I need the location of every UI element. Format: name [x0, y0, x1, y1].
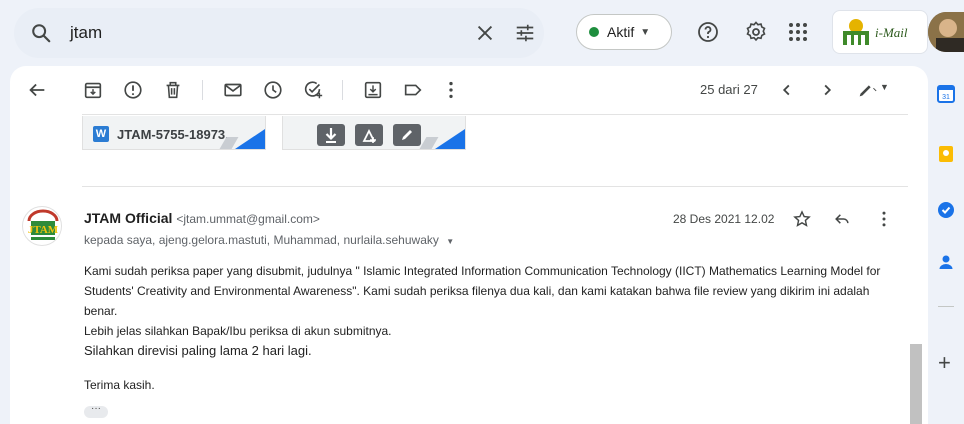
account-photo	[928, 12, 964, 52]
word-document-icon: W	[93, 126, 109, 142]
status-chip[interactable]: Aktif ▼	[576, 14, 672, 50]
scrollbar-thumb[interactable]	[910, 344, 922, 424]
mail-unread-icon[interactable]	[222, 79, 244, 101]
body-paragraph: Silahkan direvisi paling lama 2 hari lag…	[84, 343, 312, 358]
message-toolbar: 25 dari 27 ▼	[10, 66, 928, 114]
attachment-card[interactable]	[282, 116, 466, 150]
back-arrow-icon[interactable]	[26, 79, 48, 101]
side-panel: 31 +	[928, 66, 964, 424]
sender-line: JTAM Official <jtam.ummat@gmail.com>	[84, 210, 320, 226]
download-button[interactable]	[317, 124, 345, 146]
recipients-line[interactable]: kepada saya, ajeng.gelora.mastuti, Muham…	[84, 233, 454, 247]
drive-icon	[362, 128, 376, 143]
svg-text:JTAM: JTAM	[28, 224, 59, 236]
chevron-down-icon[interactable]: ▼	[880, 82, 889, 92]
message-body: Kami sudah periksa paper yang disubmit, …	[84, 261, 894, 361]
chevron-left-icon[interactable]	[776, 79, 798, 101]
save-to-drive-button[interactable]	[355, 124, 383, 146]
more-vertical-icon[interactable]	[874, 209, 894, 229]
trash-icon[interactable]	[162, 79, 184, 101]
scrollbar[interactable]	[910, 114, 922, 424]
recipients-text: kepada saya, ajeng.gelora.mastuti, Muham…	[84, 233, 439, 247]
logo-emblem-icon	[843, 19, 869, 45]
contacts-icon[interactable]	[936, 252, 956, 272]
sender-email: <jtam.ummat@gmail.com>	[176, 212, 320, 226]
body-paragraph: Kami sudah periksa paper yang disubmit, …	[84, 264, 881, 318]
more-vertical-icon[interactable]	[440, 79, 462, 101]
message-divider	[82, 186, 908, 187]
add-addon-icon[interactable]: +	[938, 350, 951, 376]
logo-text: i-Mail	[875, 25, 908, 40]
sender-logo-icon: JTAM	[27, 209, 59, 240]
clock-snooze-icon[interactable]	[262, 79, 284, 101]
search-options-icon[interactable]	[514, 22, 536, 44]
input-tools-icon[interactable]	[856, 79, 878, 101]
sender-avatar[interactable]: JTAM	[22, 206, 62, 246]
archive-icon[interactable]	[82, 79, 104, 101]
edit-attachment-button[interactable]	[393, 124, 421, 146]
download-icon	[325, 128, 337, 143]
report-spam-icon[interactable]	[122, 79, 144, 101]
search-input[interactable]: jtam	[70, 23, 102, 43]
move-to-icon[interactable]	[362, 79, 384, 101]
chevron-down-icon: ▼	[640, 26, 651, 38]
signoff: Terima kasih.	[84, 378, 155, 392]
attachment-corner-accent	[435, 129, 465, 149]
search-bar[interactable]: jtam	[14, 8, 544, 58]
clear-search-icon[interactable]	[474, 22, 496, 44]
gear-icon[interactable]	[744, 20, 768, 44]
toolbar-divider	[82, 114, 908, 115]
sender-name[interactable]: JTAM Official	[84, 210, 172, 226]
show-trimmed-content-button[interactable]: ···	[84, 404, 108, 418]
search-icon[interactable]	[30, 22, 52, 44]
apps-grid-icon[interactable]	[786, 20, 810, 44]
add-task-icon[interactable]	[302, 79, 324, 101]
organization-logo[interactable]: i-Mail	[832, 10, 928, 54]
tasks-icon[interactable]	[936, 200, 956, 220]
account-avatar[interactable]	[928, 12, 964, 52]
attachment-name: JTAM-5755-18973...	[117, 127, 236, 142]
chevron-right-icon[interactable]	[816, 79, 838, 101]
top-bar: jtam Aktif ▼ i-Mail	[0, 0, 964, 66]
side-panel-separator	[938, 306, 954, 307]
message-date: 28 Des 2021 12.02	[673, 212, 775, 226]
message-view: 25 dari 27 ▼ W JTAM-5755-18973... JTAM J…	[10, 66, 928, 424]
keep-notes-icon[interactable]	[936, 144, 956, 164]
label-icon[interactable]	[402, 79, 424, 101]
pencil-icon	[402, 130, 412, 140]
help-icon[interactable]	[696, 20, 720, 44]
toolbar-separator	[202, 80, 203, 100]
calendar-icon[interactable]: 31	[936, 84, 956, 104]
svg-text:31: 31	[942, 94, 950, 101]
status-label: Aktif	[607, 24, 635, 40]
toolbar-separator	[342, 80, 343, 100]
attachment-card[interactable]: W JTAM-5755-18973...	[82, 116, 266, 150]
reply-icon[interactable]	[832, 209, 852, 229]
pagination-count: 25 dari 27	[700, 82, 758, 97]
star-icon[interactable]	[792, 209, 812, 229]
chevron-down-icon[interactable]: ▼	[446, 237, 454, 246]
body-paragraph: Lebih jelas silahkan Bapak/Ibu periksa d…	[84, 324, 392, 338]
status-dot	[589, 27, 599, 37]
attachment-corner-accent	[235, 129, 265, 149]
